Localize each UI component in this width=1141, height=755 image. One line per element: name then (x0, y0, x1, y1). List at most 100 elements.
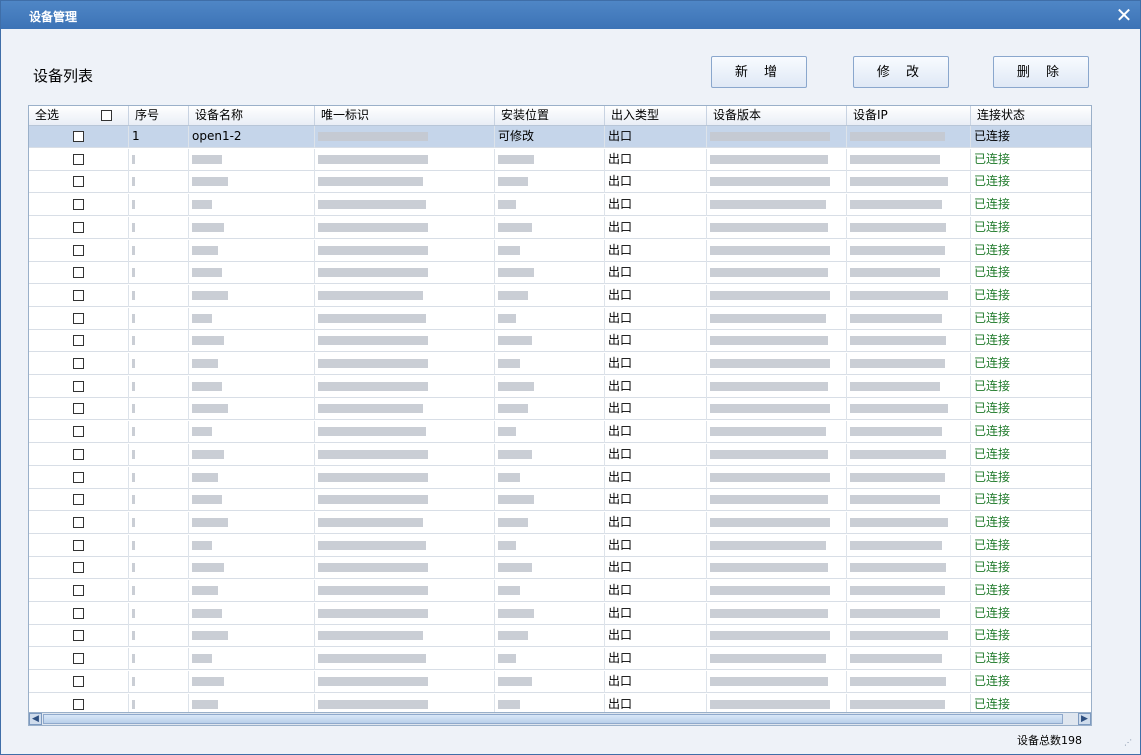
redacted-value (318, 404, 423, 414)
table-row[interactable]: 出口 已连接 (29, 421, 1091, 444)
table-row[interactable]: 1 open1-2 可修改 出口 已连接 (29, 126, 1091, 148)
header-location[interactable]: 安装位置 (495, 106, 605, 125)
cell-name (189, 511, 315, 534)
row-checkbox[interactable] (73, 426, 84, 438)
header-ip[interactable]: 设备IP (847, 106, 971, 125)
cell-io-type: 出口 (605, 353, 707, 375)
row-checkbox[interactable] (73, 131, 84, 142)
table-row[interactable]: 出口 已连接 (29, 330, 1091, 353)
header-name[interactable]: 设备名称 (189, 106, 315, 125)
row-checkbox[interactable] (73, 176, 84, 188)
cell-ip (847, 693, 971, 713)
cell-seq (129, 557, 189, 580)
cell-ip (847, 126, 971, 148)
table-row[interactable]: 出口 已连接 (29, 670, 1091, 693)
row-checkbox[interactable] (73, 221, 84, 233)
table-row[interactable]: 出口 已连接 (29, 284, 1091, 307)
row-checkbox[interactable] (73, 267, 84, 279)
table-row[interactable]: 出口 已连接 (29, 398, 1091, 421)
row-checkbox[interactable] (73, 335, 84, 347)
table-row[interactable]: 出口 已连接 (29, 216, 1091, 239)
table-row[interactable]: 出口 已连接 (29, 375, 1091, 398)
row-checkbox[interactable] (73, 403, 84, 415)
delete-button[interactable]: 删 除 (993, 56, 1089, 88)
table-row[interactable]: 出口 已连接 (29, 353, 1091, 375)
row-checkbox[interactable] (73, 562, 84, 574)
close-icon[interactable]: ✕ (1114, 5, 1134, 25)
select-all-checkbox[interactable] (100, 110, 112, 121)
row-checkbox[interactable] (73, 494, 84, 506)
cell-name (189, 375, 315, 398)
table-row[interactable]: 出口 已连接 (29, 239, 1091, 262)
table-row[interactable]: 出口 已连接 (29, 602, 1091, 625)
cell-location (495, 307, 605, 330)
row-checkbox[interactable] (73, 244, 84, 256)
redacted-value (710, 359, 830, 368)
row-checkbox[interactable] (73, 312, 84, 324)
cell-io-type: 出口 (605, 534, 707, 557)
cell-location (495, 284, 605, 307)
redacted-value (132, 245, 135, 255)
row-checkbox[interactable] (73, 539, 84, 551)
row-checkbox[interactable] (73, 448, 84, 460)
table-row[interactable]: 出口 已连接 (29, 307, 1091, 330)
row-checkbox[interactable] (73, 199, 84, 211)
table-row[interactable]: 出口 已连接 (29, 171, 1091, 194)
header-version[interactable]: 设备版本 (707, 106, 847, 125)
horizontal-scrollbar[interactable]: ◀ ▶ (28, 712, 1092, 726)
cell-ip (847, 466, 971, 489)
row-checkbox[interactable] (73, 358, 84, 369)
row-checkbox[interactable] (73, 471, 84, 483)
table-row[interactable]: 出口 已连接 (29, 625, 1091, 648)
row-checkbox[interactable] (73, 516, 84, 528)
table-row[interactable]: 出口 已连接 (29, 262, 1091, 285)
table-row[interactable]: 出口 已连接 (29, 148, 1091, 171)
header-uid[interactable]: 唯一标识 (315, 106, 495, 125)
cell-uid (315, 353, 495, 375)
cell-ip (847, 307, 971, 330)
table-row[interactable]: 出口 已连接 (29, 466, 1091, 489)
redacted-value (192, 200, 212, 210)
cell-seq (129, 580, 189, 602)
cell-ip (847, 625, 971, 648)
scrollbar-thumb[interactable] (43, 714, 1063, 724)
table-row[interactable]: 出口 已连接 (29, 194, 1091, 217)
cell-name (189, 194, 315, 217)
cell-location (495, 194, 605, 217)
cell-seq (129, 148, 189, 171)
arrow-left-icon[interactable]: ◀ (29, 713, 42, 725)
redacted-value (318, 313, 426, 323)
table-row[interactable]: 出口 已连接 (29, 511, 1091, 534)
row-checkbox[interactable] (73, 698, 84, 710)
table-row[interactable]: 出口 已连接 (29, 443, 1091, 466)
cell-location (495, 330, 605, 353)
table-row[interactable]: 出口 已连接 (29, 648, 1091, 671)
row-checkbox[interactable] (73, 153, 84, 165)
redacted-value (132, 540, 135, 550)
header-status[interactable]: 连接状态 (971, 106, 1091, 125)
table-row[interactable]: 出口 已连接 (29, 693, 1091, 713)
edit-button[interactable]: 修 改 (853, 56, 949, 88)
add-button[interactable]: 新 增 (711, 56, 807, 88)
table-row[interactable]: 出口 已连接 (29, 534, 1091, 557)
row-checkbox[interactable] (73, 653, 84, 665)
redacted-value (850, 359, 945, 368)
table-row[interactable]: 出口 已连接 (29, 580, 1091, 602)
header-io-type[interactable]: 出入类型 (605, 106, 707, 125)
row-checkbox[interactable] (73, 630, 84, 642)
arrow-right-icon[interactable]: ▶ (1078, 713, 1091, 725)
cell-name (189, 693, 315, 713)
row-checkbox[interactable] (73, 289, 84, 301)
redacted-value (850, 540, 942, 550)
redacted-value (132, 631, 135, 641)
row-checkbox[interactable] (73, 675, 84, 687)
table-row[interactable]: 出口 已连接 (29, 557, 1091, 580)
row-checkbox[interactable] (73, 380, 84, 392)
cell-version (707, 511, 847, 534)
row-checkbox[interactable] (73, 585, 84, 596)
header-seq[interactable]: 序号 (129, 106, 189, 125)
cell-io-type: 出口 (605, 398, 707, 421)
row-checkbox[interactable] (73, 607, 84, 619)
table-row[interactable]: 出口 已连接 (29, 489, 1091, 512)
resize-grip-icon[interactable]: ⋰ (1124, 738, 1132, 747)
